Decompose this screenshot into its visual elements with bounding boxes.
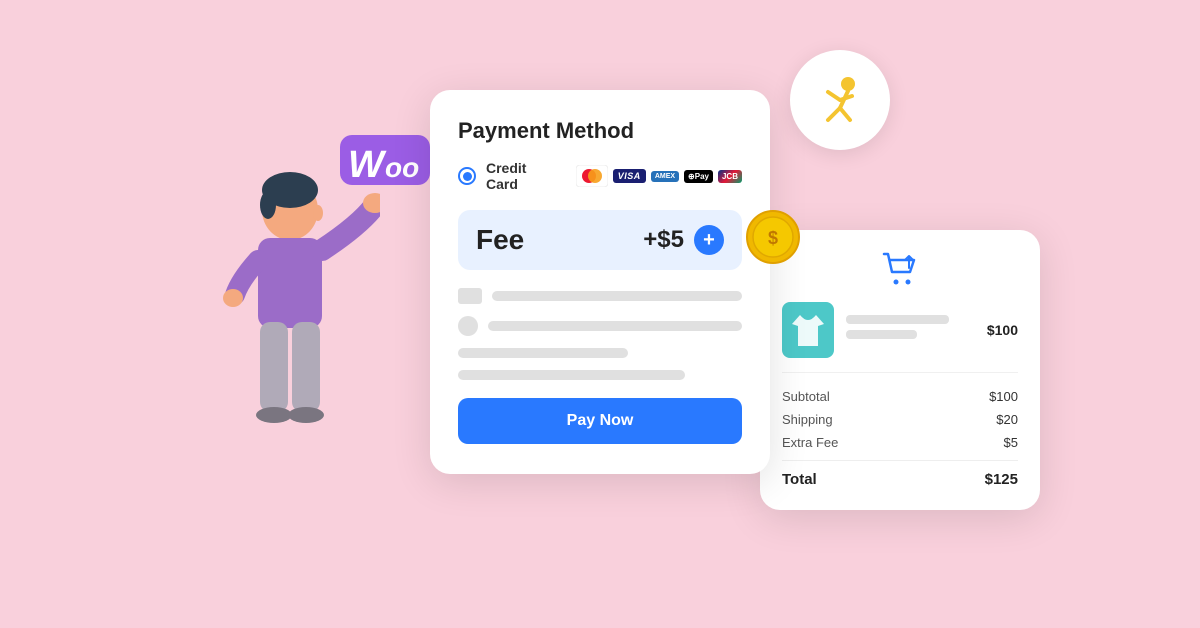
product-row: $100 <box>782 302 1018 373</box>
extra-fee-label: Extra Fee <box>782 435 838 450</box>
person-field-icon <box>458 316 478 336</box>
svg-text:oo: oo <box>385 152 419 183</box>
fee-box: Fee +$5 + <box>458 210 742 270</box>
payment-title: Payment Method <box>458 118 742 144</box>
visa-icon: VISA <box>613 169 646 183</box>
fee-label: Fee <box>476 224 524 256</box>
amex-icon: AMEX <box>651 171 679 182</box>
extra-fee-value: $5 <box>1004 435 1018 450</box>
person-illustration <box>200 150 380 530</box>
form-fields <box>458 288 742 380</box>
short-field-line-2 <box>458 370 685 380</box>
order-card: $100 Subtotal $100 Shipping $20 Extra Fe… <box>760 230 1040 510</box>
card-field-line <box>492 291 742 301</box>
shipping-label: Shipping <box>782 412 833 427</box>
product-price: $100 <box>987 322 1018 338</box>
woo-logo: W oo <box>340 130 430 190</box>
fee-amount-row: +$5 + <box>643 225 724 255</box>
card-icons: VISA AMEX ⊕Pay JCB <box>576 165 742 187</box>
card-field-icon <box>458 288 482 304</box>
jcb-icon: JCB <box>718 170 742 183</box>
coin-icon: $ <box>746 210 800 264</box>
field-row-3 <box>458 348 742 358</box>
fee-amount: +$5 <box>643 226 684 254</box>
product-thumbnail <box>782 302 834 358</box>
cart-icon <box>882 252 918 286</box>
field-row-4 <box>458 370 742 380</box>
credit-card-radio[interactable] <box>458 167 476 185</box>
order-row-subtotal: Subtotal $100 <box>782 389 1018 404</box>
svg-text:W: W <box>348 144 387 186</box>
plus-button[interactable]: + <box>694 225 724 255</box>
short-field-line-1 <box>458 348 628 358</box>
shipping-value: $20 <box>996 412 1018 427</box>
total-label: Total <box>782 471 817 488</box>
credit-card-label: Credit Card <box>486 160 558 192</box>
order-row-fee: Extra Fee $5 <box>782 435 1018 450</box>
order-summary-table: Subtotal $100 Shipping $20 Extra Fee $5 … <box>782 389 1018 488</box>
svg-text:$: $ <box>768 228 778 248</box>
total-value: $125 <box>985 471 1018 488</box>
subtotal-label: Subtotal <box>782 389 830 404</box>
order-total-row: Total $125 <box>782 471 1018 488</box>
radio-inner <box>463 172 472 181</box>
order-row-shipping: Shipping $20 <box>782 412 1018 427</box>
field-row-2 <box>458 316 742 336</box>
payment-methods-row: Credit Card VISA AMEX ⊕Pay JCB <box>458 160 742 192</box>
order-divider <box>782 460 1018 461</box>
runner-icon <box>790 50 890 150</box>
payment-card: Payment Method Credit Card VISA AMEX ⊕Pa… <box>430 90 770 474</box>
product-details <box>846 315 975 345</box>
cart-icon-row <box>782 252 1018 286</box>
product-name-line <box>846 315 949 324</box>
shirt-icon <box>790 310 826 350</box>
person-field-line <box>488 321 742 331</box>
mastercard-icon <box>576 165 608 187</box>
apple-pay-icon: ⊕Pay <box>684 170 713 183</box>
field-row-1 <box>458 288 742 304</box>
main-scene: W oo $ Payment Method <box>0 0 1200 628</box>
subtotal-value: $100 <box>989 389 1018 404</box>
pay-now-button[interactable]: Pay Now <box>458 398 742 444</box>
product-desc-line <box>846 330 917 339</box>
